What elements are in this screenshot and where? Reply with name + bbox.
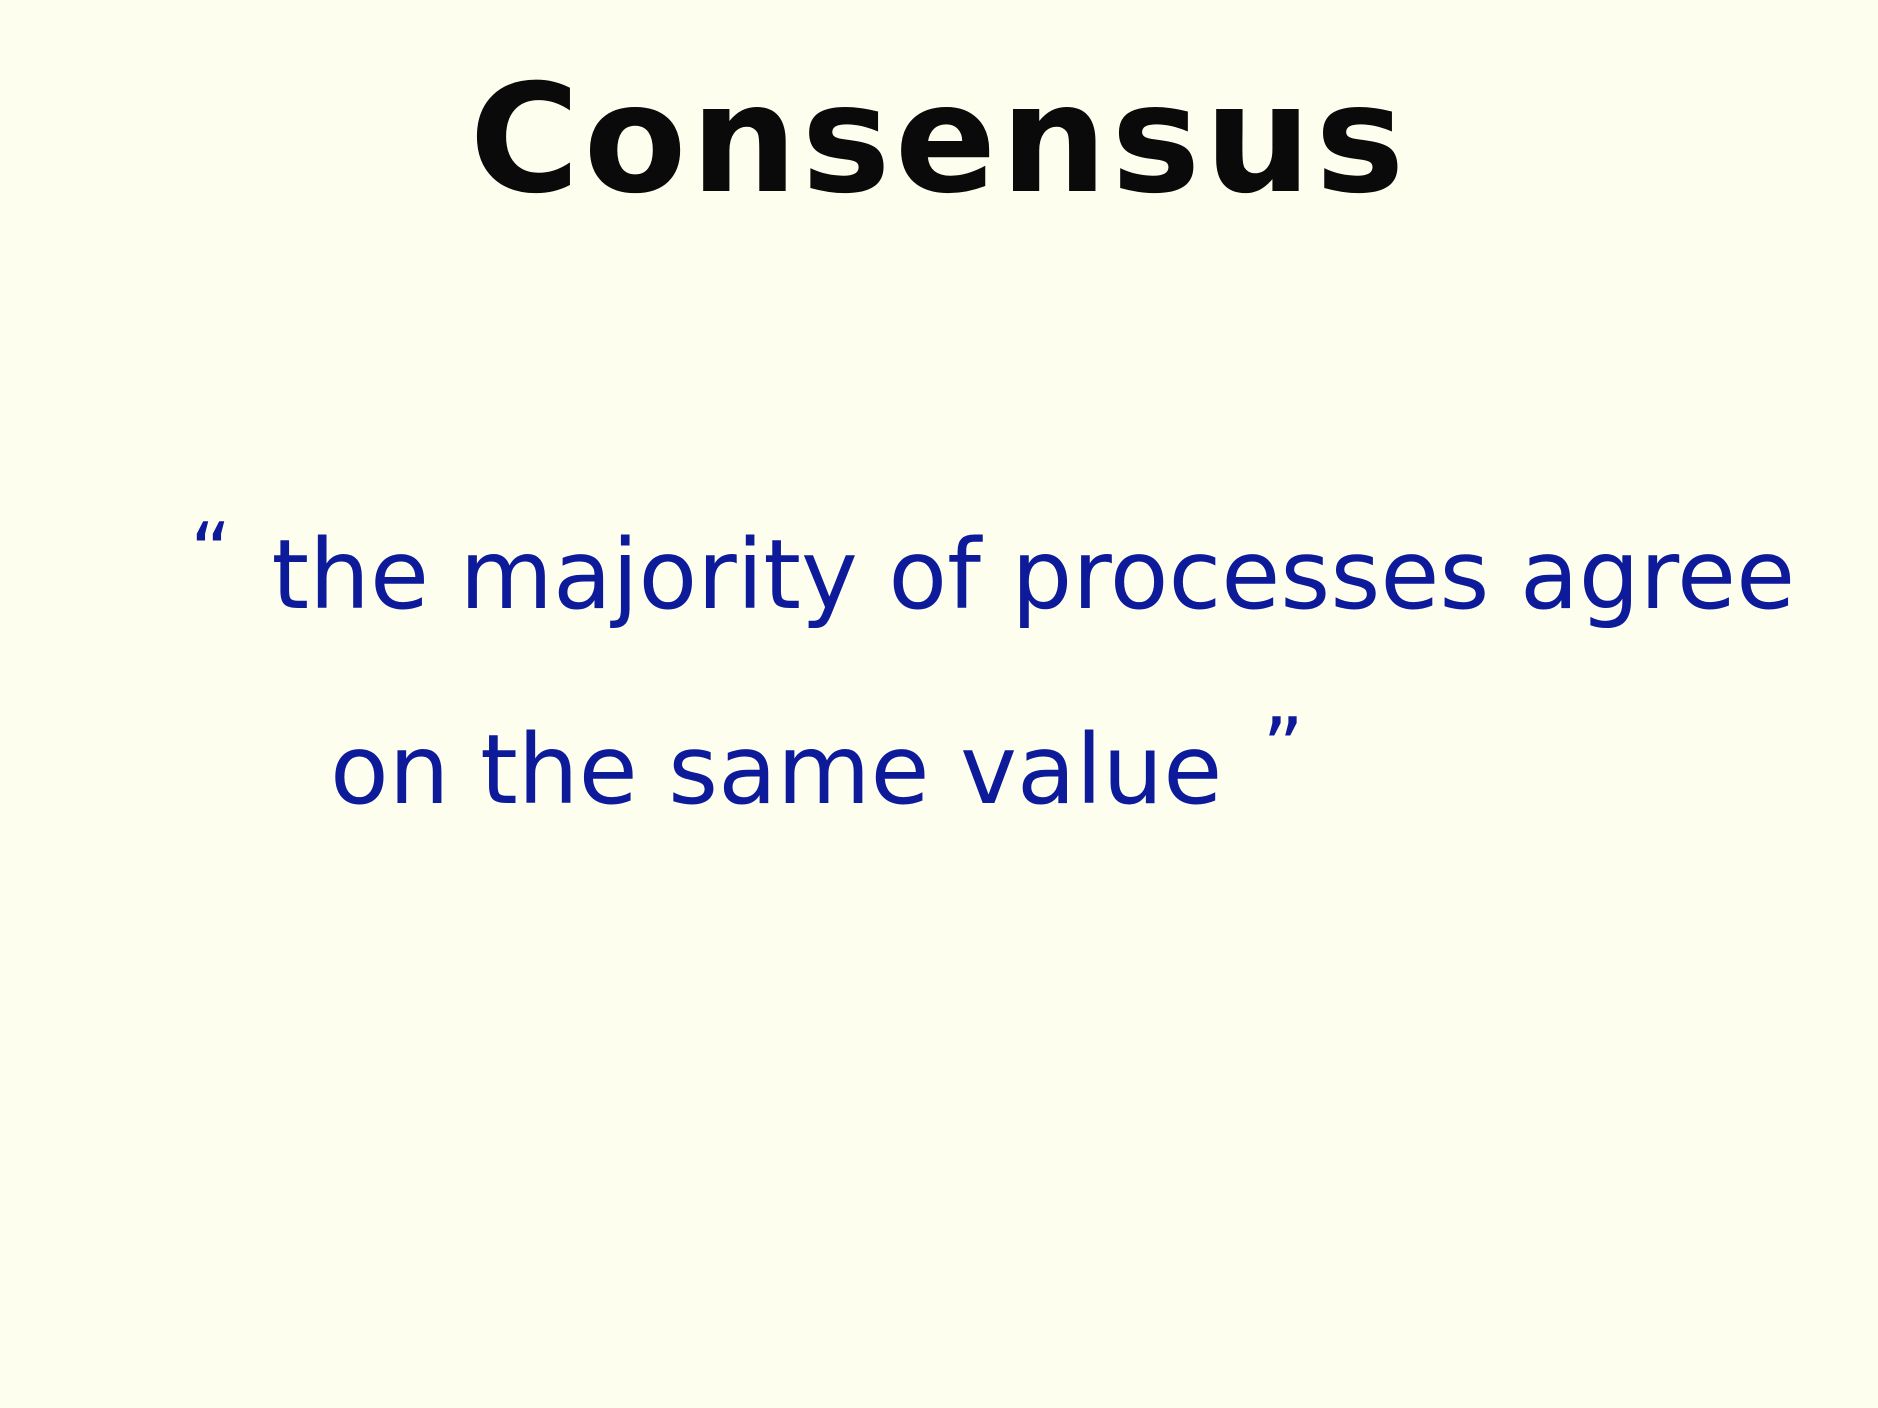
quote-text-line-1: the majority of processes agree bbox=[271, 519, 1796, 631]
slide-title: Consensus bbox=[469, 53, 1409, 227]
quote-line-2: on the same value ” bbox=[330, 701, 1304, 831]
quote-text-line-2: on the same value bbox=[330, 714, 1223, 826]
close-quote-mark: ” bbox=[1262, 701, 1304, 794]
quote-line-1: “ the majority of processes agree bbox=[190, 506, 1796, 636]
open-quote-mark: “ bbox=[190, 506, 232, 599]
